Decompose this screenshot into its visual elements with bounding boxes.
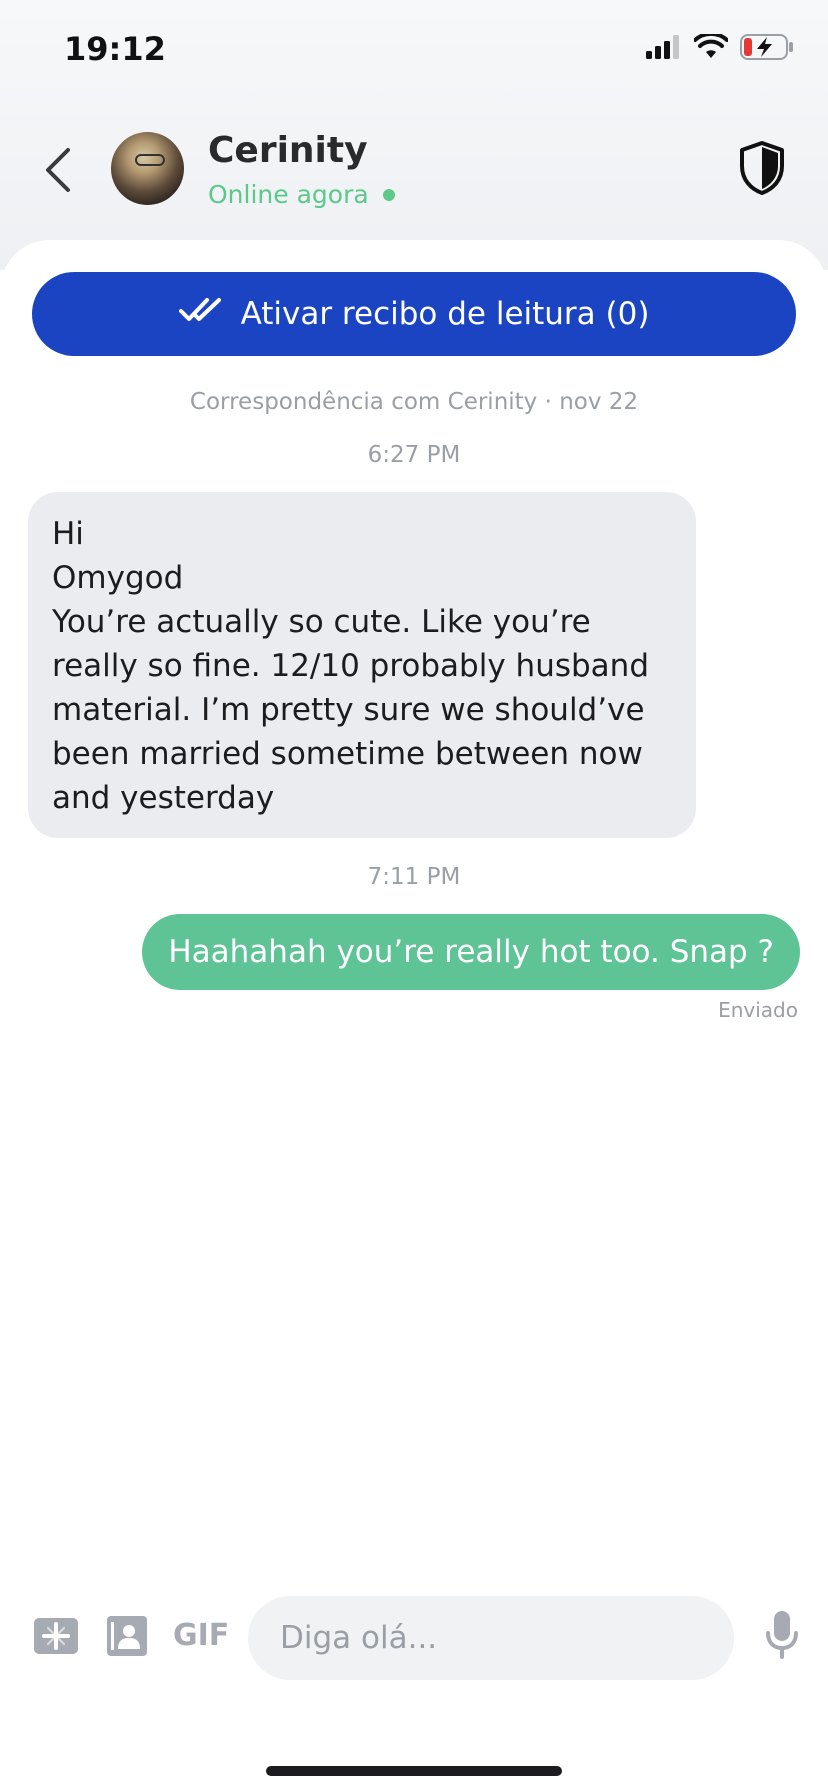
- signal-icon: [646, 35, 682, 63]
- contact-name[interactable]: Cerinity: [208, 130, 368, 171]
- chevron-left-icon: [44, 147, 72, 197]
- message-line: You’re actually so cute. Like you’re rea…: [52, 604, 649, 816]
- add-media-button[interactable]: [34, 1616, 78, 1660]
- gif-button[interactable]: GIF: [173, 1618, 229, 1653]
- share-contact-button[interactable]: [107, 1616, 147, 1660]
- safety-shield-button[interactable]: [738, 140, 786, 196]
- correspondence-info: Correspondência com Cerinity · nov 22: [189, 389, 639, 415]
- shield-icon: [738, 141, 786, 200]
- message-timestamp: 7:11 PM: [367, 864, 461, 890]
- message-line: Omygod: [52, 560, 184, 596]
- voice-message-button[interactable]: [764, 1611, 800, 1663]
- message-composer: GIF Diga olá...: [0, 1594, 828, 1682]
- chat-header: Cerinity Online agora: [0, 118, 828, 228]
- contact-status: Online agora: [208, 180, 395, 209]
- status-bar: 19:12: [0, 0, 828, 100]
- double-check-icon: [178, 296, 223, 332]
- online-status-label: Online agora: [208, 180, 369, 209]
- message-input[interactable]: Diga olá...: [248, 1596, 734, 1680]
- microphone-icon: [766, 1611, 798, 1663]
- outgoing-message-bubble[interactable]: Haahahah you’re really hot too. Snap ?: [142, 914, 800, 990]
- status-icons: [646, 31, 794, 64]
- status-time: 19:12: [64, 30, 166, 68]
- read-receipt-label: Ativar recibo de leitura (0): [240, 296, 650, 332]
- online-dot: [382, 188, 395, 201]
- sent-status: Enviado: [718, 998, 798, 1022]
- back-button[interactable]: [38, 142, 78, 202]
- wifi-icon: [693, 31, 729, 64]
- activate-read-receipt-button[interactable]: Ativar recibo de leitura (0): [32, 272, 796, 356]
- contact-card-icon: [107, 1616, 147, 1660]
- message-timestamp: 6:27 PM: [367, 442, 461, 468]
- home-indicator[interactable]: [266, 1766, 562, 1776]
- avatar[interactable]: [111, 132, 184, 205]
- message-line: Hi: [52, 516, 84, 552]
- incoming-message-bubble[interactable]: Hi Omygod You’re actually so cute. Like …: [28, 492, 696, 838]
- add-media-icon: [34, 1618, 78, 1658]
- battery-icon: [740, 34, 794, 64]
- chat-sheet: [0, 240, 828, 1792]
- message-text: Haahahah you’re really hot too. Snap ?: [168, 934, 774, 970]
